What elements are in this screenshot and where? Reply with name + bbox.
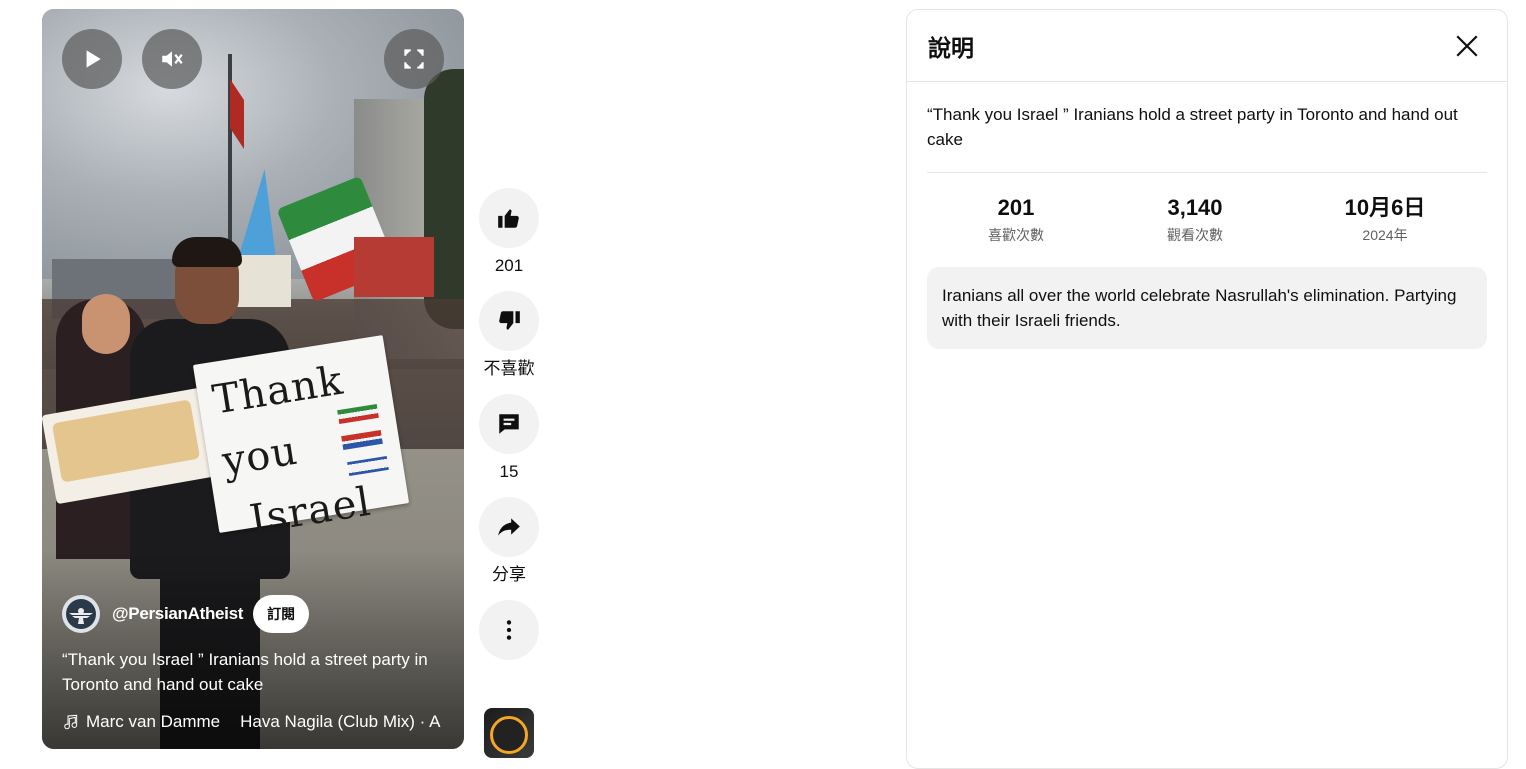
sound-thumbnail[interactable] — [484, 708, 534, 758]
video-title: “Thank you Israel ” Iranians hold a stre… — [62, 650, 428, 694]
thumbs-up-icon — [498, 209, 519, 228]
panel-title: 說明 — [928, 34, 974, 61]
mute-toggle-button[interactable] — [142, 29, 202, 89]
stat-likes: 201 喜歡次數 — [988, 195, 1044, 243]
like-count: 201 — [494, 256, 524, 275]
music-attribution[interactable]: Marc van Damme Hava Nagila (Club Mix) · … — [62, 709, 452, 735]
channel-avatar[interactable] — [62, 595, 100, 633]
comments-button[interactable] — [479, 394, 539, 454]
description-text: Iranians all over the world celebrate Na… — [927, 267, 1487, 349]
like-button[interactable] — [479, 188, 539, 248]
play-button[interactable] — [62, 29, 122, 89]
dislike-label: 不喜歡 — [483, 359, 535, 378]
channel-handle[interactable]: @PersianAtheist — [112, 604, 243, 624]
more-options-button[interactable] — [479, 600, 539, 660]
stat-views: 3,140 觀看次數 — [1167, 195, 1223, 243]
faravahar-logo-icon — [66, 599, 96, 629]
dislike-button[interactable] — [479, 291, 539, 351]
music-note-icon — [64, 714, 78, 730]
fullscreen-icon — [404, 49, 424, 69]
panel-video-title: “Thank you Israel ” Iranians hold a stre… — [927, 102, 1487, 173]
description-panel: 說明 “Thank you Israel ” Iranians hold a s… — [906, 9, 1508, 769]
share-label: 分享 — [492, 565, 526, 584]
protest-sign-text: Thank you Israel — [209, 357, 375, 544]
thumbs-down-icon — [499, 311, 520, 330]
action-bar: 201 不喜歡 15 分享 — [479, 188, 539, 675]
comment-count: 15 — [499, 462, 519, 481]
video-overlay-info: @PersianAtheist 訂閱 “Thank you Israel ” I… — [62, 595, 452, 735]
play-icon — [86, 50, 101, 68]
share-button[interactable] — [479, 497, 539, 557]
more-vertical-icon — [506, 620, 512, 640]
music-artist: Marc van Damme — [86, 712, 221, 731]
close-icon — [1456, 34, 1478, 57]
subscribe-button[interactable]: 訂閱 — [253, 595, 310, 633]
music-track: Hava Nagila (Club Mix) · A — [240, 712, 441, 731]
fullscreen-button[interactable] — [384, 29, 444, 89]
share-icon — [498, 518, 520, 536]
muted-icon — [162, 51, 183, 67]
video-stats: 201 喜歡次數 3,140 觀看次數 10月6日 2024年 — [927, 195, 1487, 245]
shorts-video-player[interactable]: Thank you Israel @PersianAtheist 訂閱 “Tha… — [42, 9, 464, 749]
stat-date: 10月6日 2024年 — [1344, 195, 1426, 243]
comment-icon — [499, 414, 519, 434]
close-panel-button[interactable] — [1447, 26, 1487, 66]
